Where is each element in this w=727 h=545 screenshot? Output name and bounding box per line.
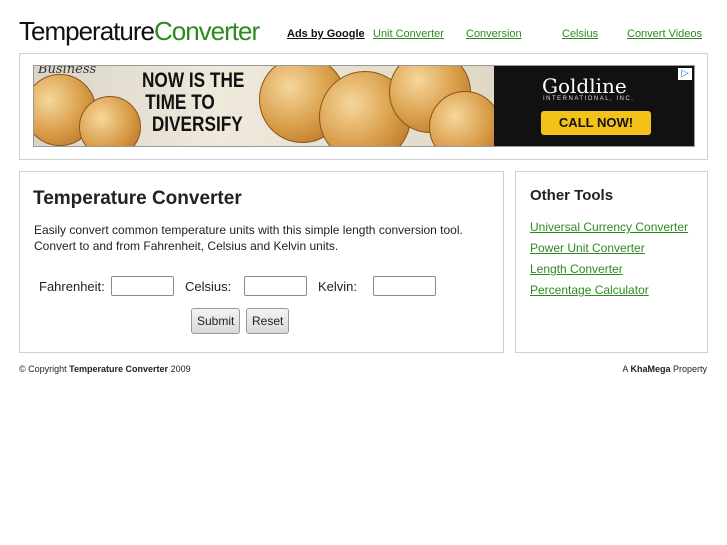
call-now-button[interactable]: CALL NOW! [541, 111, 651, 135]
list-item: Universal Currency Converter [530, 217, 688, 238]
fahrenheit-input[interactable] [111, 276, 174, 296]
gold-coin-image [429, 91, 501, 146]
site-logo[interactable]: TemperatureConverter [19, 16, 260, 47]
reset-button[interactable]: Reset [246, 308, 290, 334]
link-power-unit-converter[interactable]: Power Unit Converter [530, 241, 645, 255]
kelvin-label: Kelvin: [318, 279, 358, 294]
ad-link-unit-converter[interactable]: Unit Converter [373, 28, 444, 40]
gold-coin-image [79, 96, 141, 146]
adchoices-icon[interactable]: ▷ [678, 68, 692, 80]
other-tools-title: Other Tools [530, 187, 614, 204]
ad-headline-line: NOW IS THE [142, 69, 245, 92]
goldline-banner-ad[interactable]: Business NOW IS THE TIME TO DIVERSIFY Go… [33, 65, 695, 147]
list-item: Length Converter [530, 259, 688, 280]
copyright-prefix: © Copyright [19, 364, 67, 374]
other-tools-panel: Other Tools Universal Currency Converter… [515, 171, 708, 353]
logo-word-temperature: Temperature [19, 16, 155, 46]
goldline-logo: Goldline [542, 74, 627, 98]
fahrenheit-label: Fahrenheit: [39, 279, 105, 294]
logo-word-converter: Converter [153, 16, 260, 46]
page-description: Easily convert common temperature units … [34, 223, 463, 253]
newspaper-image: Business NOW IS THE TIME TO DIVERSIFY [34, 66, 501, 146]
list-item: Power Unit Converter [530, 238, 688, 259]
ad-headline-line: DIVERSIFY [151, 113, 243, 136]
ad-link-celsius[interactable]: Celsius [562, 28, 598, 40]
ad-headline: NOW IS THE TIME TO DIVERSIFY [142, 70, 244, 136]
link-length-converter[interactable]: Length Converter [530, 262, 623, 276]
page-title: Temperature Converter [33, 188, 242, 209]
footer-copyright: © Copyright Temperature Converter 2009 [19, 364, 191, 374]
other-tools-list: Universal Currency Converter Power Unit … [530, 217, 688, 301]
ad-link-conversion[interactable]: Conversion [466, 28, 522, 40]
property-prefix: A [622, 364, 628, 374]
converter-panel: Temperature Converter Easily convert com… [19, 171, 504, 353]
ads-by-google-label[interactable]: Ads by Google [287, 28, 365, 40]
link-universal-currency-converter[interactable]: Universal Currency Converter [530, 220, 688, 234]
property-suffix: Property [672, 364, 707, 374]
celsius-input[interactable] [244, 276, 307, 296]
ad-link-convert-videos[interactable]: Convert Videos [627, 28, 702, 40]
celsius-label: Celsius: [185, 279, 232, 294]
ad-headline-line: TIME TO [145, 91, 215, 114]
ad-container: Business NOW IS THE TIME TO DIVERSIFY Go… [19, 53, 708, 160]
link-percentage-calculator[interactable]: Percentage Calculator [530, 283, 649, 297]
copyright-year: 2009 [170, 364, 191, 374]
property-owner: KhaMega [630, 364, 671, 374]
goldline-subtitle: INTERNATIONAL, INC. [543, 96, 635, 102]
ad-brand-panel: Goldline INTERNATIONAL, INC. CALL NOW! [494, 66, 694, 146]
copyright-site-name: Temperature Converter [69, 364, 169, 374]
kelvin-input[interactable] [373, 276, 436, 296]
footer-property: A KhaMega Property [622, 364, 707, 374]
list-item: Percentage Calculator [530, 280, 688, 301]
submit-button[interactable]: Submit [191, 308, 241, 334]
